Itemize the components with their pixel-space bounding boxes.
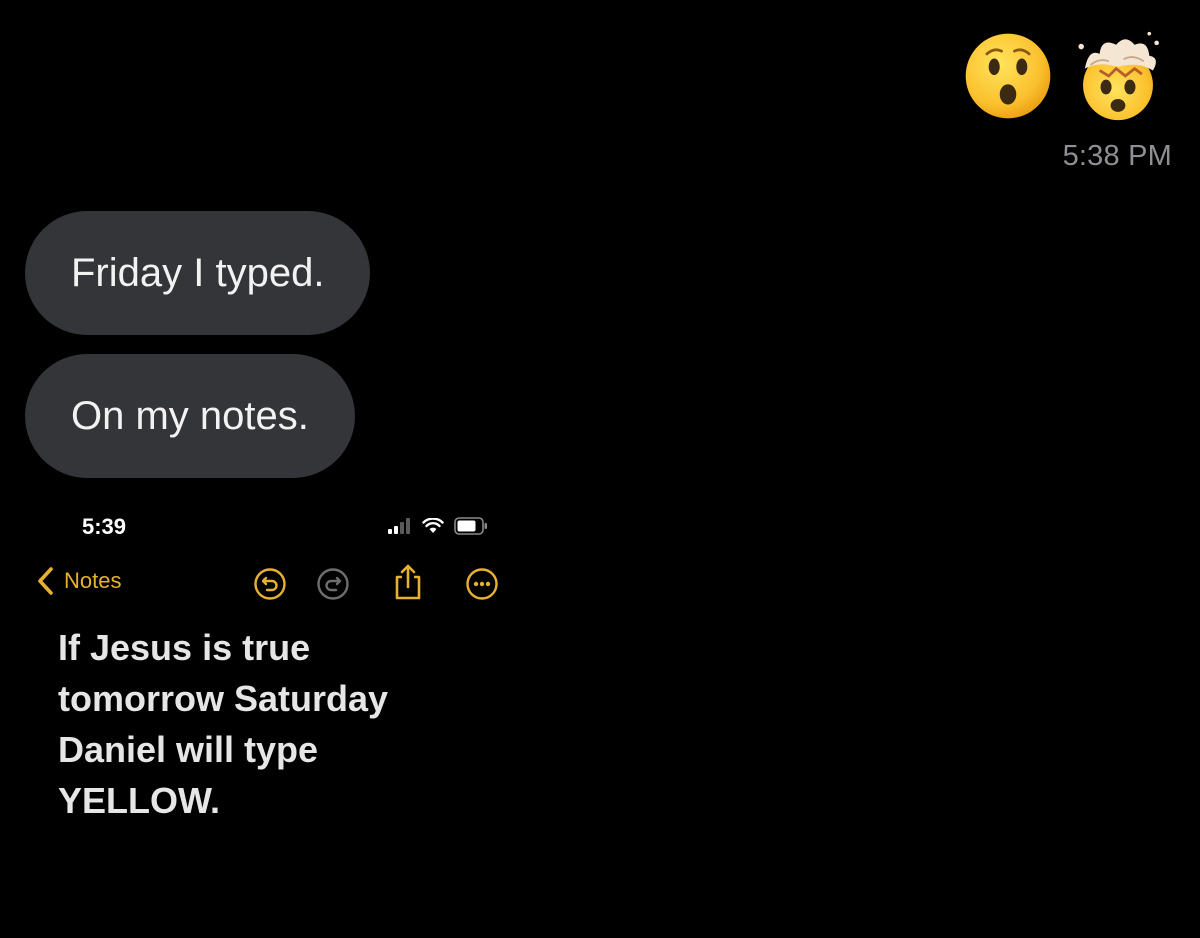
undo-icon[interactable] (253, 567, 287, 601)
reaction-row (962, 30, 1164, 122)
share-icon[interactable] (392, 563, 424, 601)
more-icon[interactable] (465, 567, 499, 601)
battery-icon (454, 517, 487, 535)
signal-icon (388, 518, 410, 534)
note-body-text[interactable]: If Jesus is true tomorrow Saturday Danie… (58, 622, 478, 826)
redo-icon[interactable] (316, 567, 350, 601)
message-bubble[interactable]: On my notes. (25, 354, 355, 478)
notes-back-label: Notes (64, 568, 122, 593)
chevron-left-icon (38, 567, 53, 595)
exploding-head-icon (1078, 31, 1159, 121)
status-bar-time: 5:39 (82, 514, 127, 539)
message-timestamp: 5:38 PM (1062, 140, 1172, 172)
notes-back-button[interactable]: Notes (36, 566, 121, 596)
astonished-face-icon (965, 33, 1051, 119)
wifi-icon (422, 518, 444, 533)
status-bar-icons (388, 517, 488, 535)
message-bubble[interactable]: Friday I typed. (25, 211, 371, 335)
